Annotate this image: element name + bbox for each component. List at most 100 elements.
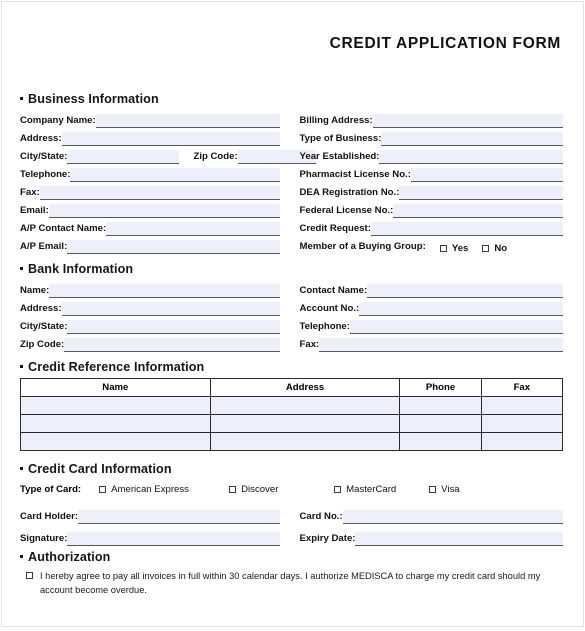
field-billing-address[interactable]: Billing Address:	[300, 110, 563, 128]
field-credit-request[interactable]: Credit Request:	[299, 218, 563, 236]
checkbox-icon[interactable]	[26, 572, 33, 579]
field-ap-contact-name[interactable]: A/P Contact Name:	[20, 218, 280, 236]
field-bank-zip-code[interactable]: Zip Code:	[20, 334, 280, 352]
field-label: Year Established:	[299, 151, 380, 162]
field-card-no[interactable]: Card No.:	[300, 502, 563, 524]
ap-contact-name-input[interactable]	[106, 222, 280, 236]
field-label: Federal License No.:	[299, 205, 394, 216]
field-company-name[interactable]: Company Name:	[20, 110, 280, 128]
section-business-information: Business Information Company Name: Addre…	[20, 92, 563, 254]
bank-fax-input[interactable]	[319, 338, 563, 352]
business-left-column: Company Name: Address: City/State: Zip C…	[20, 110, 316, 254]
table-row[interactable]	[20, 396, 564, 415]
bank-telephone-input[interactable]	[349, 320, 563, 334]
field-label: Signature:	[20, 533, 68, 544]
cell-address[interactable]	[209, 432, 401, 451]
card-type-option-visa[interactable]: Visa	[429, 484, 460, 495]
pharmacist-license-no-input[interactable]	[410, 168, 563, 182]
field-expiry-date[interactable]: Expiry Date:	[300, 524, 563, 546]
field-federal-license-no[interactable]: Federal License No.:	[299, 200, 563, 218]
bank-account-no-input[interactable]	[359, 302, 563, 316]
table-row[interactable]	[20, 432, 564, 451]
cell-fax[interactable]	[480, 414, 564, 433]
card-type-option-mastercard[interactable]: MasterCard	[334, 484, 429, 495]
billing-address-input[interactable]	[372, 114, 563, 128]
field-label: Email:	[20, 205, 49, 216]
credit-request-input[interactable]	[370, 222, 563, 236]
cell-phone[interactable]	[399, 414, 482, 433]
field-fax[interactable]: Fax:	[20, 182, 280, 200]
field-label: Address:	[20, 303, 62, 314]
card-type-option-american-express[interactable]: American Express	[99, 484, 229, 495]
cell-address[interactable]	[209, 414, 401, 433]
column-header-phone: Phone	[399, 378, 482, 397]
bank-name-input[interactable]	[49, 284, 280, 298]
checkbox-icon[interactable]	[99, 485, 107, 493]
ap-email-input[interactable]	[67, 240, 280, 254]
card-holder-input[interactable]	[78, 510, 280, 524]
field-bank-fax[interactable]: Fax:	[299, 334, 563, 352]
bank-zip-code-input[interactable]	[64, 338, 280, 352]
telephone-input[interactable]	[70, 168, 280, 182]
business-right-column: Billing Address: Type of Business: Year …	[292, 110, 563, 254]
field-telephone[interactable]: Telephone:	[20, 164, 280, 182]
authorization-agreement-row[interactable]: I hereby agree to pay all invoices in fu…	[20, 570, 563, 597]
field-dea-registration-no[interactable]: DEA Registration No.:	[300, 182, 563, 200]
field-ap-email[interactable]: A/P Email:	[20, 236, 280, 254]
field-year-established[interactable]: Year Established:	[299, 146, 563, 164]
signature-input[interactable]	[67, 532, 280, 546]
federal-license-no-input[interactable]	[393, 204, 563, 218]
field-label: Fax:	[299, 339, 320, 350]
fax-input[interactable]	[39, 186, 280, 200]
checkbox-icon[interactable]	[482, 245, 490, 252]
field-bank-contact-name[interactable]: Contact Name:	[300, 280, 563, 298]
table-row[interactable]	[20, 414, 564, 433]
field-bank-name[interactable]: Name:	[20, 280, 280, 298]
cell-name[interactable]	[20, 396, 211, 415]
card-no-input[interactable]	[342, 510, 563, 524]
field-email[interactable]: Email:	[20, 200, 280, 218]
email-input[interactable]	[48, 204, 280, 218]
bank-address-input[interactable]	[61, 302, 280, 316]
cell-fax[interactable]	[480, 432, 564, 451]
field-label: Telephone:	[20, 169, 71, 180]
field-bank-city-state[interactable]: City/State:	[20, 316, 280, 334]
field-city-state-zip[interactable]: City/State: Zip Code:	[20, 146, 316, 164]
field-label: Credit Request:	[299, 223, 371, 234]
field-pharmacist-license-no[interactable]: Pharmacist License No.:	[299, 164, 563, 182]
field-address[interactable]: Address:	[20, 128, 280, 146]
cell-phone[interactable]	[399, 396, 482, 415]
buying-group-yes-option[interactable]: Yes	[439, 243, 468, 254]
cell-phone[interactable]	[399, 432, 482, 451]
cell-fax[interactable]	[480, 396, 564, 415]
checkbox-icon[interactable]	[429, 485, 437, 493]
year-established-input[interactable]	[379, 150, 563, 164]
dea-registration-no-input[interactable]	[399, 186, 563, 200]
company-name-input[interactable]	[95, 114, 280, 128]
type-of-business-input[interactable]	[381, 132, 563, 146]
field-type-of-business[interactable]: Type of Business:	[300, 128, 563, 146]
checkbox-icon[interactable]	[439, 245, 447, 252]
bullet-icon	[20, 97, 23, 100]
buying-group-no-option[interactable]: No	[482, 243, 507, 254]
card-type-option-discover[interactable]: Discover	[229, 484, 334, 495]
checkbox-icon[interactable]	[229, 485, 237, 493]
field-card-holder[interactable]: Card Holder:	[20, 502, 280, 524]
city-state-input[interactable]	[67, 150, 180, 164]
field-label: Pharmacist License No.:	[299, 169, 411, 180]
field-bank-address[interactable]: Address:	[20, 298, 280, 316]
cell-name[interactable]	[20, 414, 211, 433]
cell-name[interactable]	[20, 432, 211, 451]
field-signature[interactable]: Signature:	[20, 524, 280, 546]
bank-city-state-input[interactable]	[67, 320, 280, 334]
expiry-date-input[interactable]	[355, 532, 563, 546]
checkbox-icon[interactable]	[334, 485, 342, 493]
credit-reference-table: Name Address Phone Fax	[20, 378, 564, 451]
field-bank-account-no[interactable]: Account No.:	[300, 298, 563, 316]
cell-address[interactable]	[209, 396, 401, 415]
credit-card-left-column: Card Holder: Signature:	[20, 502, 292, 546]
section-heading-credit-reference: Credit Reference Information	[20, 360, 563, 374]
bank-contact-name-input[interactable]	[367, 284, 563, 298]
field-bank-telephone[interactable]: Telephone:	[300, 316, 563, 334]
address-input[interactable]	[61, 132, 280, 146]
